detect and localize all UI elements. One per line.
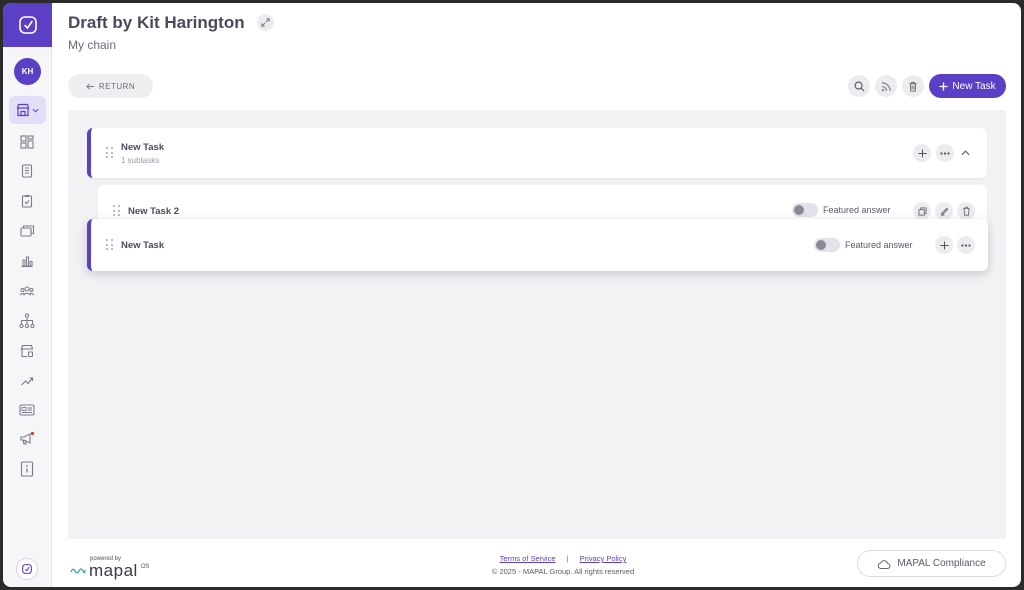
chevron-down-icon <box>32 108 39 113</box>
trash-icon <box>962 206 970 216</box>
mapal-wave-icon <box>70 568 86 574</box>
new-task-button[interactable]: New Task <box>929 74 1006 98</box>
expand-button[interactable] <box>257 14 274 31</box>
mapal-compliance-button[interactable]: MAPAL Compliance <box>857 550 1006 577</box>
arrow-left-icon <box>86 83 94 89</box>
logo-icon <box>18 16 37 34</box>
rss-button[interactable] <box>875 75 897 97</box>
footer-brand: mapal OS <box>70 561 149 581</box>
search-icon <box>854 81 864 91</box>
drag-handle-icon[interactable] <box>106 239 114 251</box>
footer-links: Terms of Service | Privacy Policy <box>383 554 743 563</box>
info-icon[interactable] <box>17 459 37 479</box>
app-window: KH Draft by Kit Harington My chain RETUR… <box>3 3 1021 587</box>
megaphone-icon[interactable] <box>17 429 37 449</box>
add-subtask-button[interactable] <box>935 236 953 254</box>
return-button[interactable]: RETURN <box>68 74 153 98</box>
duplicate-button[interactable] <box>913 202 931 220</box>
privacy-link[interactable]: Privacy Policy <box>580 554 627 563</box>
task-name: New Task <box>121 142 165 153</box>
news-icon[interactable] <box>17 400 37 420</box>
store-settings-icon[interactable] <box>17 341 37 361</box>
more-options-button[interactable] <box>936 144 954 162</box>
brand-suffix: OS <box>140 564 150 570</box>
delete-button[interactable] <box>957 202 975 220</box>
plus-icon <box>939 81 948 91</box>
brand-name: mapal <box>89 561 138 580</box>
task-name: New Task <box>121 240 165 251</box>
featured-answer-label: Featured answer <box>845 240 913 250</box>
store-icon <box>16 103 30 117</box>
delete-draft-button[interactable] <box>902 75 924 97</box>
drag-handle-icon[interactable] <box>106 147 114 159</box>
featured-answer-label: Featured answer <box>823 205 891 215</box>
task-card-parent[interactable]: New Task 1 subtasks <box>87 128 987 178</box>
plus-icon <box>939 240 949 250</box>
app-logo[interactable] <box>3 3 52 47</box>
new-task-label: New Task <box>952 80 996 92</box>
gallery-icon[interactable] <box>17 221 37 241</box>
expand-icon <box>261 18 270 27</box>
more-horizontal-icon <box>940 151 950 155</box>
featured-answer-toggle[interactable] <box>814 238 840 252</box>
sidebar: KH <box>3 3 52 587</box>
plus-icon <box>917 148 927 158</box>
task-board: New Task 1 subtasks New Task 2 Featured … <box>68 110 1006 539</box>
collapse-button[interactable] <box>959 147 971 159</box>
add-subtask-button[interactable] <box>913 144 931 162</box>
rss-icon <box>881 81 891 91</box>
copyright: © 2025 - MAPAL Group. All rights reserve… <box>491 567 635 576</box>
more-horizontal-icon <box>961 243 971 247</box>
drag-handle-icon[interactable] <box>113 205 121 217</box>
return-label: RETURN <box>98 81 136 91</box>
dashboard-icon[interactable] <box>17 132 37 152</box>
store-selector-button[interactable] <box>9 96 46 124</box>
edit-icon <box>940 207 948 216</box>
page-subtitle: My chain <box>68 38 117 52</box>
trash-icon <box>909 81 917 92</box>
subtask-count: 1 subtasks <box>121 156 160 165</box>
org-chart-icon[interactable] <box>17 311 37 331</box>
clipboard-check-icon[interactable] <box>17 191 37 211</box>
user-avatar[interactable]: KH <box>14 58 41 85</box>
copy-icon <box>917 206 927 216</box>
cloud-icon <box>878 559 891 569</box>
team-icon[interactable] <box>17 281 37 301</box>
trend-up-icon[interactable] <box>17 371 37 391</box>
search-button[interactable] <box>848 75 870 97</box>
notebook-icon[interactable] <box>17 161 37 181</box>
logo-icon <box>22 564 32 574</box>
compliance-label: MAPAL Compliance <box>897 558 986 569</box>
footer-logo-button[interactable] <box>16 558 38 580</box>
terms-link[interactable]: Terms of Service <box>500 554 556 563</box>
page-title: Draft by Kit Harington <box>68 13 245 32</box>
chevron-up-icon <box>961 150 969 156</box>
more-options-button[interactable] <box>957 236 975 254</box>
featured-answer-toggle[interactable] <box>792 203 818 217</box>
task-card-dragging[interactable]: New Task Featured answer <box>87 219 988 271</box>
edit-button[interactable] <box>935 202 953 220</box>
task-name: New Task 2 <box>128 206 180 217</box>
footer-separator: | <box>566 554 569 563</box>
bar-chart-icon[interactable] <box>17 251 37 271</box>
